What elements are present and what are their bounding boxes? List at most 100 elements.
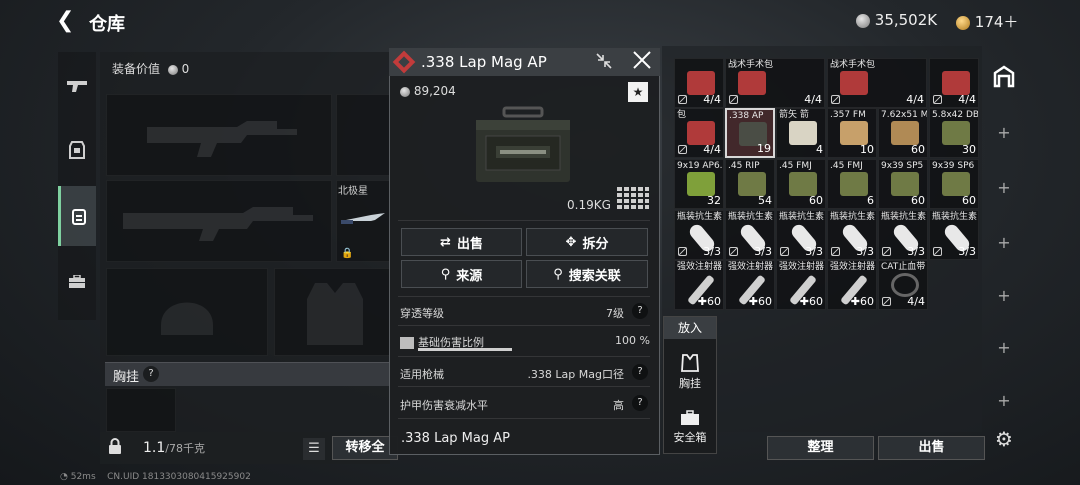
- add-tab-icon[interactable]: +: [996, 393, 1012, 409]
- nav-backpack[interactable]: [58, 186, 96, 246]
- help-icon[interactable]: ?: [632, 303, 648, 319]
- item-count: 4/4: [703, 143, 721, 156]
- item-count: 30: [962, 143, 976, 156]
- item-art: [942, 172, 970, 196]
- inventory-item[interactable]: 强效注射器 ✚60: [674, 260, 724, 310]
- gold-currency[interactable]: 174＋: [956, 11, 1018, 32]
- inventory-item[interactable]: 瓶装抗生素 3/3: [674, 210, 724, 260]
- inventory-item[interactable]: 4/4: [674, 58, 724, 108]
- inventory-item[interactable]: 强效注射器 ✚60: [776, 260, 826, 310]
- help-icon[interactable]: ?: [632, 395, 648, 411]
- inventory-item[interactable]: .45 RIP 54: [725, 159, 775, 209]
- inventory-item[interactable]: .45 FMJ 6: [827, 159, 877, 209]
- item-art: [840, 121, 868, 145]
- inventory-item[interactable]: 瓶装抗生素 3/3: [878, 210, 928, 260]
- put-in-chest-rig-option[interactable]: 胸挂: [663, 354, 717, 391]
- weight-lock-icon[interactable]: [108, 438, 128, 458]
- no-sell-icon: [678, 95, 687, 104]
- help-icon[interactable]: ?: [632, 364, 648, 380]
- split-button[interactable]: ✥ 拆分: [526, 228, 648, 256]
- inventory-item[interactable]: 包 4/4: [674, 108, 724, 158]
- primary-weapon-slot[interactable]: [106, 94, 332, 176]
- add-tab-icon[interactable]: +: [996, 180, 1012, 196]
- ammo-box-image: [470, 106, 576, 186]
- inventory-item[interactable]: 瓶装抗生素 3/3: [929, 210, 979, 260]
- inventory-item[interactable]: .338 AP 19: [725, 108, 775, 158]
- helmet-slot[interactable]: [106, 268, 268, 356]
- sidearm-slot[interactable]: [336, 94, 390, 176]
- item-art: [891, 172, 919, 196]
- item-count: ✚60: [697, 295, 721, 308]
- nav-weapons[interactable]: [58, 56, 96, 116]
- inventory-item[interactable]: 9x39 SP6 60: [929, 159, 979, 209]
- inventory-item[interactable]: 9x19 AP6.3 32: [674, 159, 724, 209]
- inventory-item[interactable]: 箭矢 箭 4: [776, 108, 826, 158]
- inventory-item[interactable]: .45 FMJ 60: [776, 159, 826, 209]
- carry-weight: 1.1/78千克: [143, 440, 205, 456]
- inventory-item[interactable]: 强效注射器 ✚60: [827, 260, 877, 310]
- put-in-safe-box-option[interactable]: 安全箱: [663, 410, 717, 445]
- item-name: 瓶装抗生素: [728, 212, 774, 222]
- item-count: ✚60: [799, 295, 823, 308]
- item-count: 4/4: [703, 93, 721, 106]
- nav-armor[interactable]: [58, 120, 96, 180]
- damage-icon: [400, 337, 414, 349]
- warehouse-tab-icon[interactable]: [990, 64, 1018, 92]
- item-count: 3/3: [805, 245, 823, 258]
- inventory-item[interactable]: 4/4: [929, 58, 979, 108]
- inventory-item[interactable]: CAT止血带 4/4: [878, 260, 928, 310]
- put-in-safe-box-label: 安全箱: [673, 431, 707, 444]
- put-in-chest-rig-label: 胸挂: [679, 377, 701, 390]
- item-count: 4/4: [906, 93, 924, 106]
- melee-item-name: 北极星: [338, 186, 368, 197]
- item-name: 瓶装抗生素: [830, 212, 876, 222]
- item-detail-title: .338 Lap Mag AP: [421, 53, 547, 71]
- item-count: 60: [809, 194, 823, 207]
- secondary-weapon-slot[interactable]: [106, 180, 332, 262]
- inventory-item[interactable]: 5.8x42 DBP10 30: [929, 108, 979, 158]
- inventory-item[interactable]: 9x39 SP5 60: [878, 159, 928, 209]
- armor-icon: [69, 141, 85, 159]
- item-count: 60: [962, 194, 976, 207]
- inventory-item[interactable]: 瓶装抗生素 3/3: [776, 210, 826, 260]
- source-button[interactable]: ⚲ 来源: [401, 260, 522, 288]
- item-name: 战术手术包: [728, 60, 774, 70]
- chest-rig-help-icon[interactable]: ?: [143, 366, 159, 382]
- list-view-icon[interactable]: ☰: [303, 438, 325, 460]
- divider: [398, 386, 650, 387]
- organize-button[interactable]: 整理: [767, 436, 874, 460]
- item-name: .45 FMJ: [830, 161, 863, 171]
- inventory-item[interactable]: 强效注射器 ✚60: [725, 260, 775, 310]
- backpack-slot[interactable]: [106, 388, 176, 432]
- sell-button[interactable]: ⇄ 出售: [401, 228, 522, 256]
- collapse-icon[interactable]: [594, 52, 614, 72]
- inventory-item[interactable]: 瓶装抗生素 3/3: [827, 210, 877, 260]
- item-art: [891, 121, 919, 145]
- no-sell-icon: [780, 247, 789, 256]
- item-name: CAT止血带: [881, 262, 926, 272]
- add-tab-icon[interactable]: +: [996, 125, 1012, 141]
- gear-icon[interactable]: ⚙: [993, 428, 1015, 450]
- add-tab-icon[interactable]: +: [996, 235, 1012, 251]
- nav-case[interactable]: [58, 252, 96, 312]
- inventory-item[interactable]: 7.62x51 M80 60: [878, 108, 928, 158]
- sell-items-button[interactable]: 出售: [878, 436, 985, 460]
- back-button[interactable]: ❮: [56, 10, 78, 32]
- item-count: 60: [911, 143, 925, 156]
- search-related-button[interactable]: ⚲ 搜索关联: [526, 260, 648, 288]
- add-tab-icon[interactable]: +: [996, 288, 1012, 304]
- inventory-item[interactable]: 战术手术包 4/4: [827, 58, 927, 108]
- body-armor-slot[interactable]: [274, 268, 390, 356]
- inventory-item[interactable]: 瓶装抗生素 3/3: [725, 210, 775, 260]
- item-art: [840, 71, 868, 95]
- add-tab-icon[interactable]: +: [996, 340, 1012, 356]
- carry-weight-capacity: /78千克: [165, 442, 205, 455]
- close-icon[interactable]: [631, 50, 653, 72]
- item-art: [687, 71, 715, 95]
- item-name: .45 FMJ: [779, 161, 812, 171]
- gold-amount: 174＋: [974, 13, 1019, 31]
- inventory-item[interactable]: 战术手术包 4/4: [725, 58, 825, 108]
- inventory-item[interactable]: .357 FM 10: [827, 108, 877, 158]
- sell-label: 出售: [456, 236, 483, 252]
- favorite-star-icon[interactable]: ★: [628, 82, 648, 102]
